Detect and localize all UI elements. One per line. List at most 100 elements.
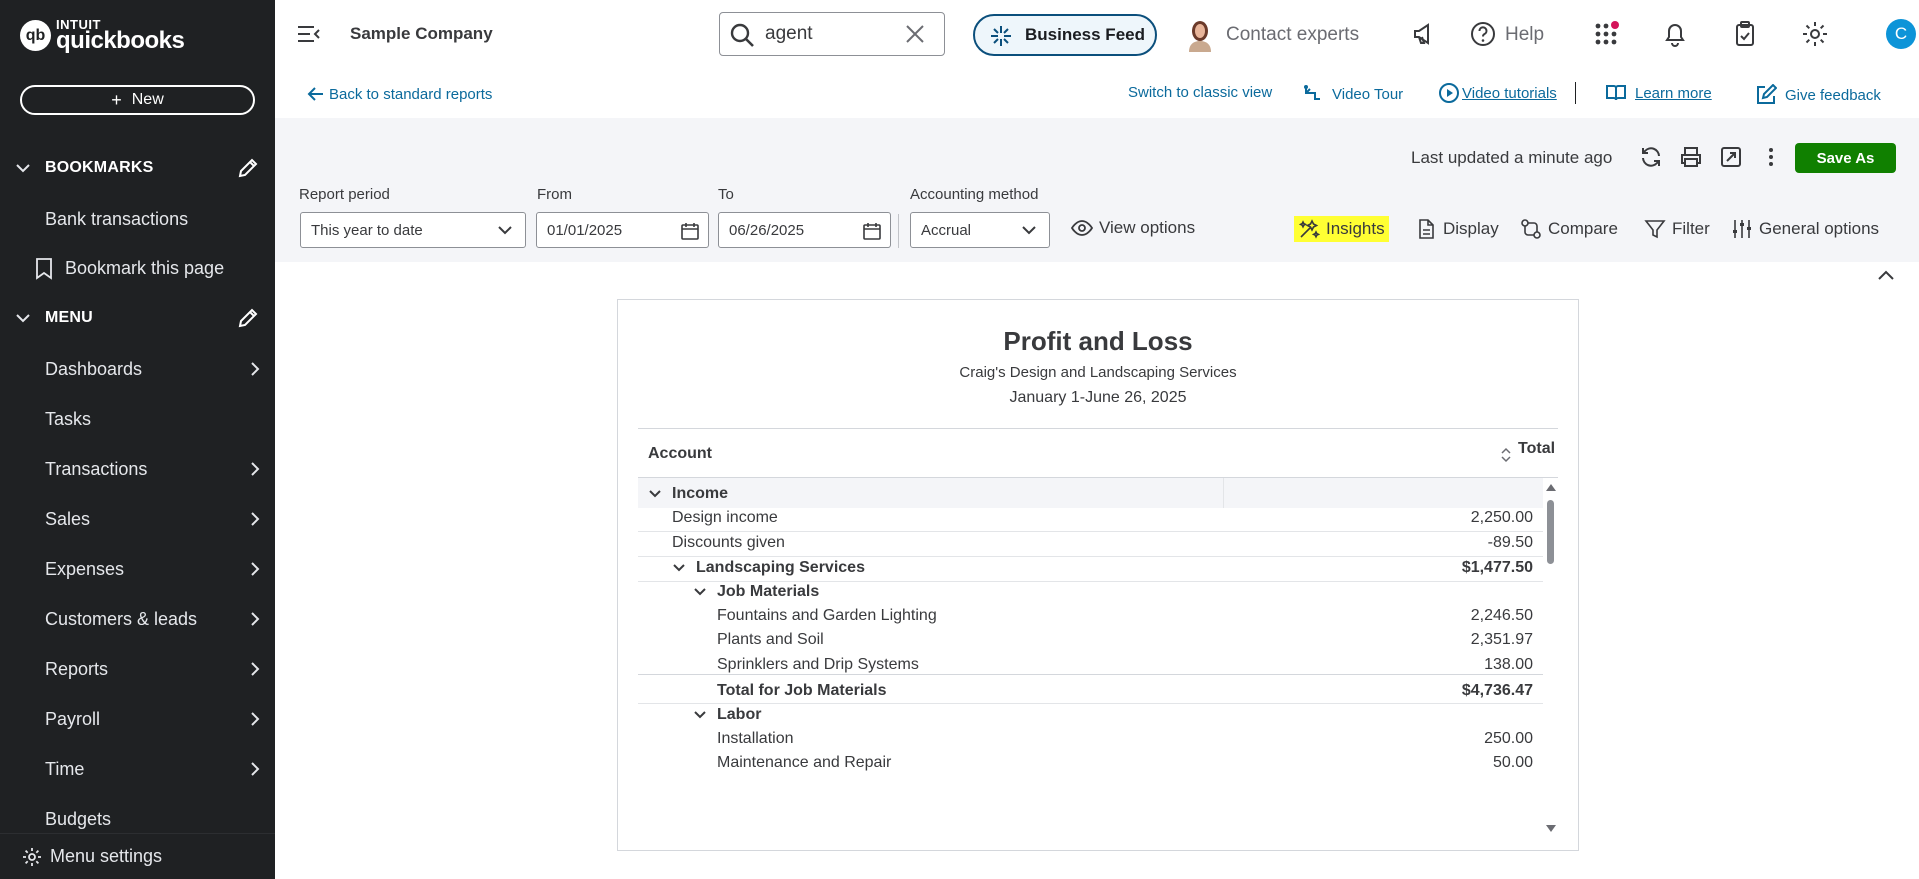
compare-button[interactable]: Compare	[1520, 216, 1618, 242]
sidebar-item-bank-transactions[interactable]: Bank transactions	[0, 199, 275, 239]
row-amount[interactable]: -89.50	[1488, 534, 1533, 552]
sidebar-item-label: Transactions	[45, 458, 148, 479]
row-amount[interactable]: 138.00	[1484, 656, 1533, 674]
search-icon	[730, 23, 754, 47]
sliders-icon	[1733, 220, 1751, 238]
collapse-menu-icon[interactable]	[297, 24, 321, 44]
table-row[interactable]: Maintenance and Repair 50.00	[638, 747, 1543, 777]
sidebar-item-tasks[interactable]: Tasks	[0, 399, 275, 439]
menu-settings-button[interactable]: Menu settings	[0, 833, 275, 879]
filter-label: Filter	[1672, 219, 1710, 238]
chevron-down-icon[interactable]	[648, 487, 662, 501]
quickbooks-logo[interactable]: qb INTUIT quickbooks	[20, 18, 185, 54]
give-feedback-link[interactable]: Give feedback	[1755, 84, 1881, 106]
report-company: Craig's Design and Landscaping Services	[959, 364, 1237, 381]
compare-label: Compare	[1548, 219, 1618, 238]
scrollbar-thumb[interactable]	[1547, 500, 1554, 564]
sidebar-item-reports[interactable]: Reports	[0, 649, 275, 689]
apps-grid-icon[interactable]	[1593, 20, 1621, 48]
calendar-icon[interactable]	[680, 221, 700, 241]
export-icon[interactable]	[1719, 145, 1743, 169]
logo-product-text: quickbooks	[56, 27, 185, 54]
sidebar-item-time[interactable]: Time	[0, 749, 275, 789]
help-label[interactable]: Help	[1505, 24, 1544, 46]
video-tour-link[interactable]: Video Tour	[1302, 83, 1403, 105]
row-account: Income	[672, 485, 729, 502]
filter-button[interactable]: Filter	[1644, 216, 1710, 242]
help-icon[interactable]	[1469, 20, 1497, 48]
row-amount[interactable]: $4,736.47	[1462, 682, 1533, 700]
menu-section-header[interactable]: MENU	[0, 300, 275, 336]
user-avatar[interactable]: C	[1886, 19, 1916, 49]
report-period-select[interactable]: This year to date	[300, 212, 526, 248]
more-options-icon[interactable]	[1759, 145, 1783, 169]
scroll-up-arrow-icon[interactable]	[1545, 482, 1557, 492]
row-amount[interactable]: 2,351.97	[1471, 631, 1533, 649]
chevron-right-icon	[251, 662, 260, 676]
clear-search-icon[interactable]	[904, 23, 926, 45]
column-header-account: Account	[648, 445, 712, 462]
print-icon[interactable]	[1679, 145, 1703, 169]
filter-divider	[898, 214, 899, 248]
refresh-icon[interactable]	[1639, 145, 1663, 169]
report-scrollbar[interactable]	[1543, 478, 1558, 843]
row-amount[interactable]: 2,250.00	[1471, 509, 1533, 527]
clipboard-check-icon[interactable]	[1731, 20, 1759, 48]
gear-icon	[23, 848, 41, 866]
chevron-down-icon[interactable]	[693, 585, 707, 599]
view-options-button[interactable]: View options	[1071, 218, 1195, 238]
notifications-bell-icon[interactable]	[1661, 20, 1689, 48]
new-button[interactable]: + New	[20, 85, 255, 115]
scroll-down-arrow-icon[interactable]	[1545, 824, 1557, 834]
row-amount[interactable]: $1,477.50	[1462, 559, 1533, 577]
sidebar-item-bookmark-this-page[interactable]: Bookmark this page	[0, 248, 275, 288]
accounting-method-label: Accounting method	[910, 186, 1039, 203]
bookmark-icon	[36, 258, 52, 280]
learn-more-link[interactable]: Learn more	[1605, 82, 1712, 104]
back-to-standard-reports-link[interactable]: Back to standard reports	[307, 85, 492, 103]
display-button[interactable]: Display	[1415, 216, 1499, 242]
megaphone-icon[interactable]	[1411, 20, 1439, 48]
business-feed-button[interactable]: Business Feed	[973, 14, 1157, 56]
collapse-up-icon[interactable]	[1876, 268, 1896, 282]
insights-button[interactable]: Insights	[1294, 216, 1389, 242]
switch-classic-view-link[interactable]: Switch to classic view	[1128, 84, 1272, 101]
calendar-icon[interactable]	[862, 221, 882, 241]
sidebar-item-customers-leads[interactable]: Customers & leads	[0, 599, 275, 639]
to-date-input[interactable]: 06/26/2025	[718, 212, 891, 248]
video-tutorials-link[interactable]: Video tutorials	[1438, 82, 1557, 104]
contact-experts-button[interactable]: Contact experts	[1186, 18, 1359, 52]
insights-label: Insights	[1326, 219, 1385, 238]
sort-icon[interactable]	[1500, 446, 1512, 464]
settings-gear-icon[interactable]	[1801, 20, 1829, 48]
sidebar-item-payroll[interactable]: Payroll	[0, 699, 275, 739]
company-name[interactable]: Sample Company	[350, 24, 493, 44]
column-header-total[interactable]: Total	[1518, 440, 1555, 458]
edit-bookmarks-pencil-icon[interactable]	[237, 157, 259, 179]
edit-menu-pencil-icon[interactable]	[237, 307, 259, 329]
learn-more-label: Learn more	[1635, 84, 1712, 102]
save-as-button[interactable]: Save As	[1795, 143, 1896, 173]
sidebar-item-expenses[interactable]: Expenses	[0, 549, 275, 589]
row-account: Fountains and Garden Lighting	[717, 607, 937, 624]
top-bar: Sample Company Business Feed Contact exp…	[275, 0, 1919, 70]
from-date-value: 01/01/2025	[547, 221, 623, 239]
sidebar-item-transactions[interactable]: Transactions	[0, 449, 275, 489]
row-account: Job Materials	[717, 583, 820, 600]
general-options-button[interactable]: General options	[1731, 216, 1879, 242]
from-date-input[interactable]: 01/01/2025	[536, 212, 709, 248]
new-button-label: New	[131, 91, 164, 108]
search-box[interactable]	[719, 12, 945, 56]
bookmarks-section-header[interactable]: BOOKMARKS	[0, 150, 275, 186]
search-input[interactable]	[765, 21, 895, 47]
row-amount[interactable]: 50.00	[1493, 754, 1533, 772]
chevron-down-icon[interactable]	[672, 561, 686, 575]
sidebar-item-dashboards[interactable]: Dashboards	[0, 349, 275, 389]
chevron-down-icon[interactable]	[693, 708, 707, 722]
sidebar-item-sales[interactable]: Sales	[0, 499, 275, 539]
row-amount[interactable]: 250.00	[1484, 730, 1533, 748]
sidebar-item-label: Bookmark this page	[65, 257, 225, 278]
accounting-method-select[interactable]: Accrual	[910, 212, 1050, 248]
row-amount[interactable]: 2,246.50	[1471, 607, 1533, 625]
to-date-value: 06/26/2025	[729, 221, 805, 239]
